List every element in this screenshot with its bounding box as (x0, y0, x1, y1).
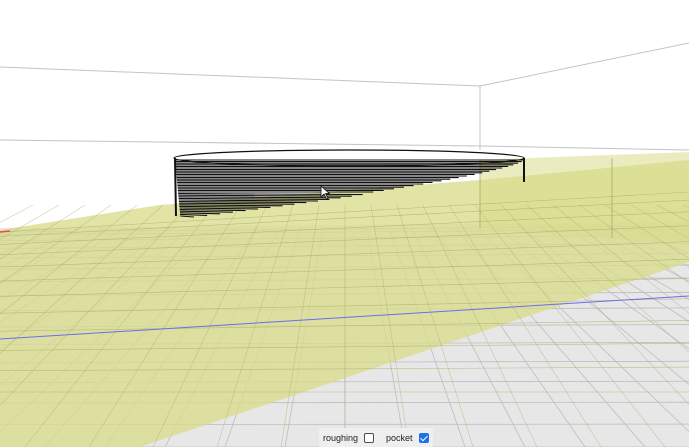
pocket-label: pocket (386, 432, 413, 443)
pocket-option[interactable]: pocket (386, 432, 429, 443)
roughing-checkbox[interactable] (364, 432, 375, 443)
3d-viewport[interactable]: roughing pocket (0, 0, 689, 447)
toolpath-toggle-bar: roughing pocket (319, 428, 433, 447)
scene-canvas[interactable] (0, 0, 689, 447)
room-walls (0, 42, 689, 151)
roughing-option[interactable]: roughing (323, 432, 375, 443)
roughing-label: roughing (323, 432, 359, 443)
pocket-checkbox[interactable] (418, 432, 429, 443)
